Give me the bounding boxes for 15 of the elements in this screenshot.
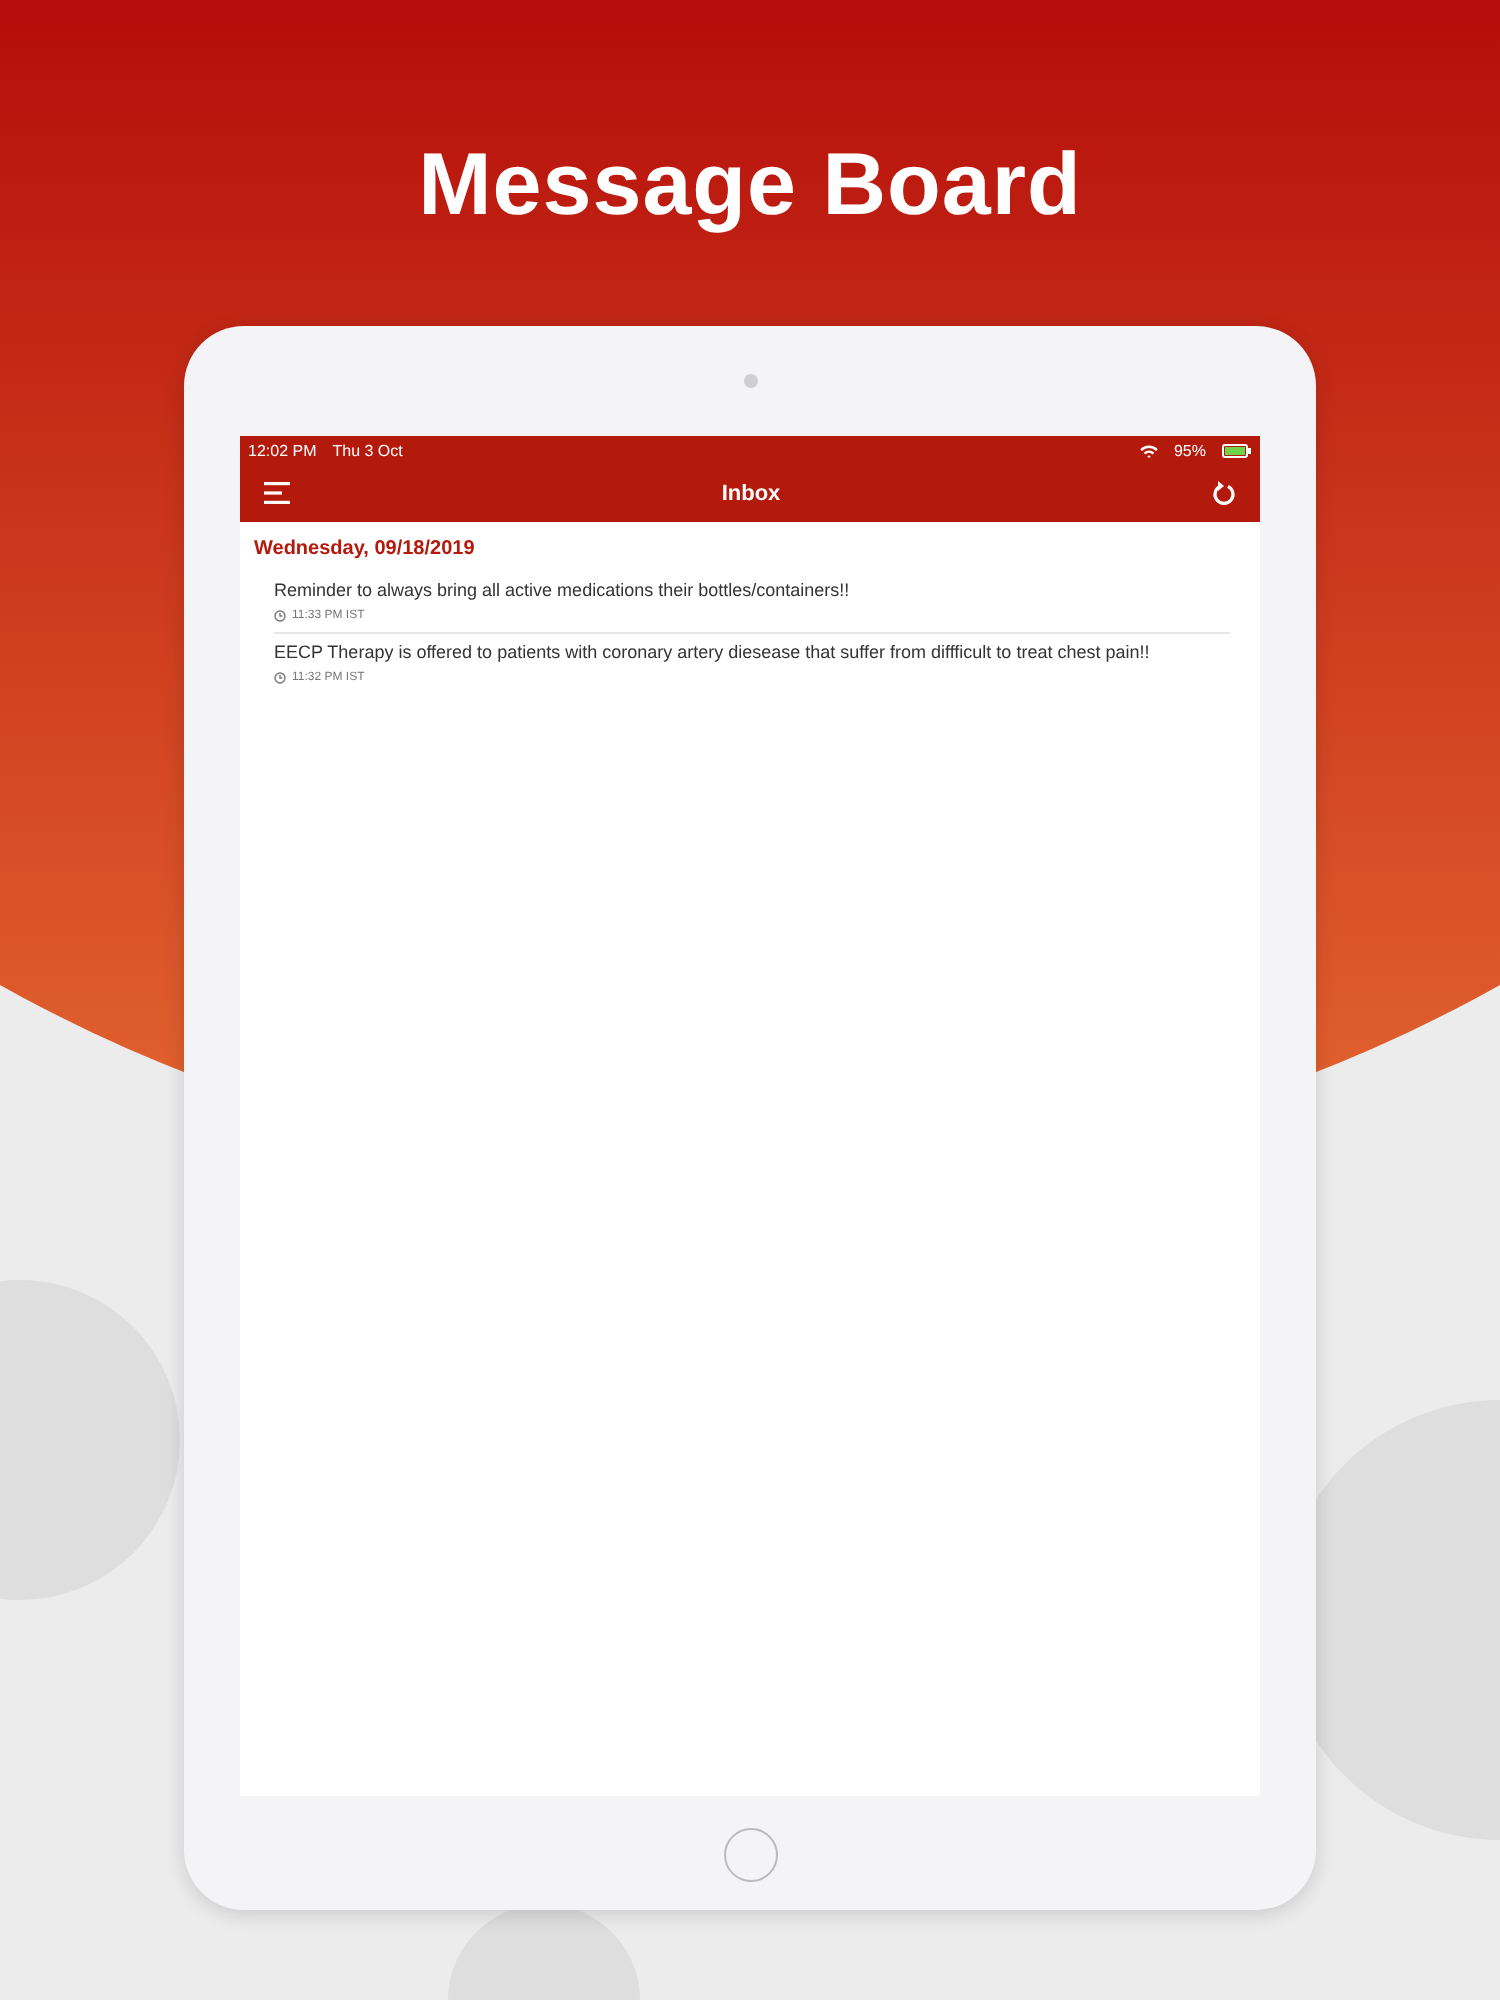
refresh-icon[interactable] [1212,480,1236,506]
nav-title: Inbox [721,481,781,505]
battery-icon [1222,443,1252,457]
status-time: 12:02 PM [248,441,317,459]
message-text[interactable]: EECP Therapy is offered to patients with coronary artery diesease that suffer from diffficult to treat chest pain!! [274,642,1230,662]
headline: Message Board [418,136,1082,236]
message-text[interactable]: Reminder to always bring all active medications their bottles/containers!! [274,580,1230,600]
clock-icon [274,610,286,622]
battery-percent: 95% [1173,441,1206,459]
date-heading: Wednesday, 09/18/2019 [254,538,477,560]
menu-icon[interactable] [264,482,290,504]
wifi-icon [1139,443,1158,457]
clock-icon [274,672,286,684]
status-date: Thu 3 Oct [332,441,403,459]
camera-icon [743,374,757,388]
